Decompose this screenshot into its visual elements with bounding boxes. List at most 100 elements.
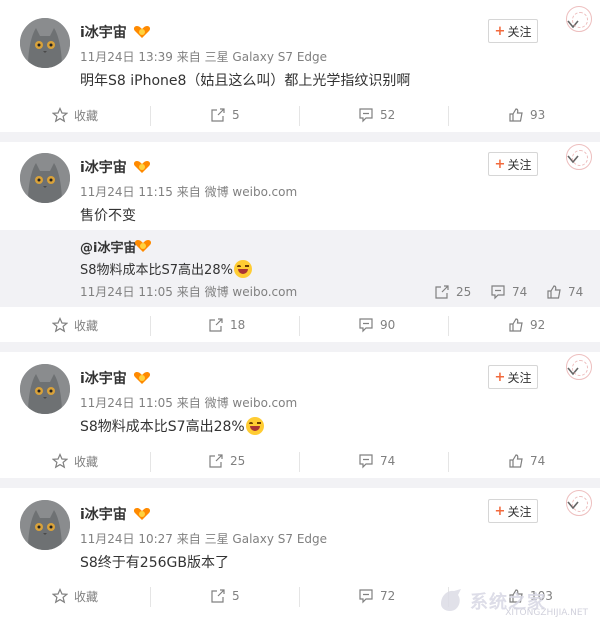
like-button[interactable]: 74 (508, 444, 545, 478)
repost-count: 25 (230, 454, 246, 468)
repost-meta: 11月24日 11:05 来自 微博 weibo.com (80, 283, 297, 300)
post-time[interactable]: 11月24日 13:39 (80, 50, 173, 64)
laugh-emoji-icon (245, 417, 264, 435)
post-text-line: S8物料成本比S7高出28% (80, 416, 264, 436)
comment-icon (359, 108, 373, 123)
repost-count: 5 (232, 589, 240, 603)
like-count: 92 (530, 318, 546, 332)
post-meta: 11月24日 10:27 来自 三星 Galaxy S7 Edge (80, 530, 327, 547)
post-time[interactable]: 11月24日 11:15 (80, 185, 173, 199)
divider (150, 106, 151, 126)
repost-source[interactable]: 微博 weibo.com (205, 285, 298, 299)
username[interactable]: i冰宇宙 (80, 504, 127, 524)
watermark-logo: 系统之家 XITONGZHIJIA.NET (436, 584, 596, 618)
stamp-icon (566, 144, 592, 170)
repost-text-line: S8物料成本比S7高出28% (80, 259, 252, 278)
post-text: S8终于有256GB版本了 (80, 555, 229, 571)
follow-label: 关注 (507, 504, 532, 519)
comment-icon (359, 589, 373, 604)
repost-comment-button[interactable]: 74 (490, 275, 527, 309)
post-card: i冰宇宙 11月24日 11:15 来自 微博 weibo.com 售价不变 +… (0, 142, 600, 342)
post-source[interactable]: 三星 Galaxy S7 Edge (205, 532, 327, 546)
comment-button[interactable]: 72 (358, 579, 395, 613)
follow-label: 关注 (507, 157, 532, 172)
follow-button[interactable]: + 关注 (488, 19, 538, 43)
post-text: S8物料成本比S7高出28% (80, 419, 245, 435)
favorite-label: 收藏 (74, 108, 99, 123)
laugh-emoji-icon (233, 260, 252, 278)
comment-icon (359, 318, 373, 333)
comment-button[interactable]: 52 (358, 98, 395, 132)
like-icon (509, 318, 523, 332)
post-time[interactable]: 11月24日 11:05 (80, 396, 173, 410)
plus-icon: + (494, 503, 506, 519)
repost-time[interactable]: 11月24日 11:05 (80, 285, 173, 299)
like-button[interactable]: 92 (508, 308, 545, 342)
via-label: 来自 (176, 285, 201, 299)
follow-button[interactable]: + 关注 (488, 365, 538, 389)
avatar[interactable] (20, 500, 70, 550)
post-source[interactable]: 三星 Galaxy S7 Edge (205, 50, 327, 64)
username[interactable]: i冰宇宙 (80, 157, 127, 177)
divider (448, 106, 449, 126)
star-icon (52, 317, 68, 333)
repost-repost-button[interactable]: 25 (434, 275, 471, 309)
follow-label: 关注 (507, 370, 532, 385)
favorite-button[interactable]: 收藏 (52, 98, 98, 132)
stamp-icon (566, 6, 592, 32)
repost-icon (211, 108, 225, 122)
divider (299, 316, 300, 336)
favorite-button[interactable]: 收藏 (52, 579, 98, 613)
like-button[interactable]: 93 (508, 98, 545, 132)
avatar[interactable] (20, 364, 70, 414)
divider (150, 316, 151, 336)
via-label: 来自 (176, 185, 201, 199)
action-bar: 收藏 25 74 74 (0, 444, 600, 478)
favorite-label: 收藏 (74, 454, 99, 469)
via-label: 来自 (176, 396, 201, 410)
username[interactable]: i冰宇宙 (80, 368, 127, 388)
repost-button[interactable]: 5 (210, 579, 240, 613)
post-time[interactable]: 11月24日 10:27 (80, 532, 173, 546)
repost-author[interactable]: @i冰宇宙 (80, 237, 136, 256)
star-icon (52, 588, 68, 604)
plus-icon: + (494, 156, 506, 172)
repost-button[interactable]: 5 (210, 98, 240, 132)
follow-button[interactable]: + 关注 (488, 152, 538, 176)
stamp-icon (566, 354, 592, 380)
divider (150, 452, 151, 472)
comment-count: 90 (380, 318, 396, 332)
action-bar: 收藏 5 52 93 (0, 98, 600, 132)
post-meta: 11月24日 13:39 来自 三星 Galaxy S7 Edge (80, 48, 327, 65)
repost-text: S8物料成本比S7高出28% (80, 263, 233, 278)
divider (299, 106, 300, 126)
like-icon (547, 285, 561, 299)
repost-button[interactable]: 18 (208, 308, 245, 342)
comment-button[interactable]: 90 (358, 308, 395, 342)
post-meta: 11月24日 11:05 来自 微博 weibo.com (80, 394, 297, 411)
favorite-button[interactable]: 收藏 (52, 444, 98, 478)
follow-button[interactable]: + 关注 (488, 499, 538, 523)
repost-count: 5 (232, 108, 240, 122)
verified-badge-icon (133, 372, 151, 384)
stamp-icon (566, 490, 592, 516)
username[interactable]: i冰宇宙 (80, 22, 127, 42)
comment-icon (359, 454, 373, 469)
repost-like-button[interactable]: 74 (546, 275, 583, 309)
repost-button[interactable]: 25 (208, 444, 245, 478)
avatar[interactable] (20, 18, 70, 68)
repost-block[interactable]: @i冰宇宙 S8物料成本比S7高出28% 11月24日 11:05 来自 微博 … (0, 230, 600, 307)
action-bar: 收藏 18 90 92 (0, 308, 600, 342)
post-text: 售价不变 (80, 208, 136, 224)
repost-icon (209, 454, 223, 468)
comment-count: 74 (380, 454, 396, 468)
post-source[interactable]: 微博 weibo.com (205, 396, 298, 410)
verified-badge-icon (133, 161, 151, 173)
comment-button[interactable]: 74 (358, 444, 395, 478)
favorite-button[interactable]: 收藏 (52, 308, 98, 342)
avatar[interactable] (20, 153, 70, 203)
repost-count: 18 (230, 318, 246, 332)
post-source[interactable]: 微博 weibo.com (205, 185, 298, 199)
like-icon (509, 454, 523, 468)
star-icon (52, 453, 68, 469)
